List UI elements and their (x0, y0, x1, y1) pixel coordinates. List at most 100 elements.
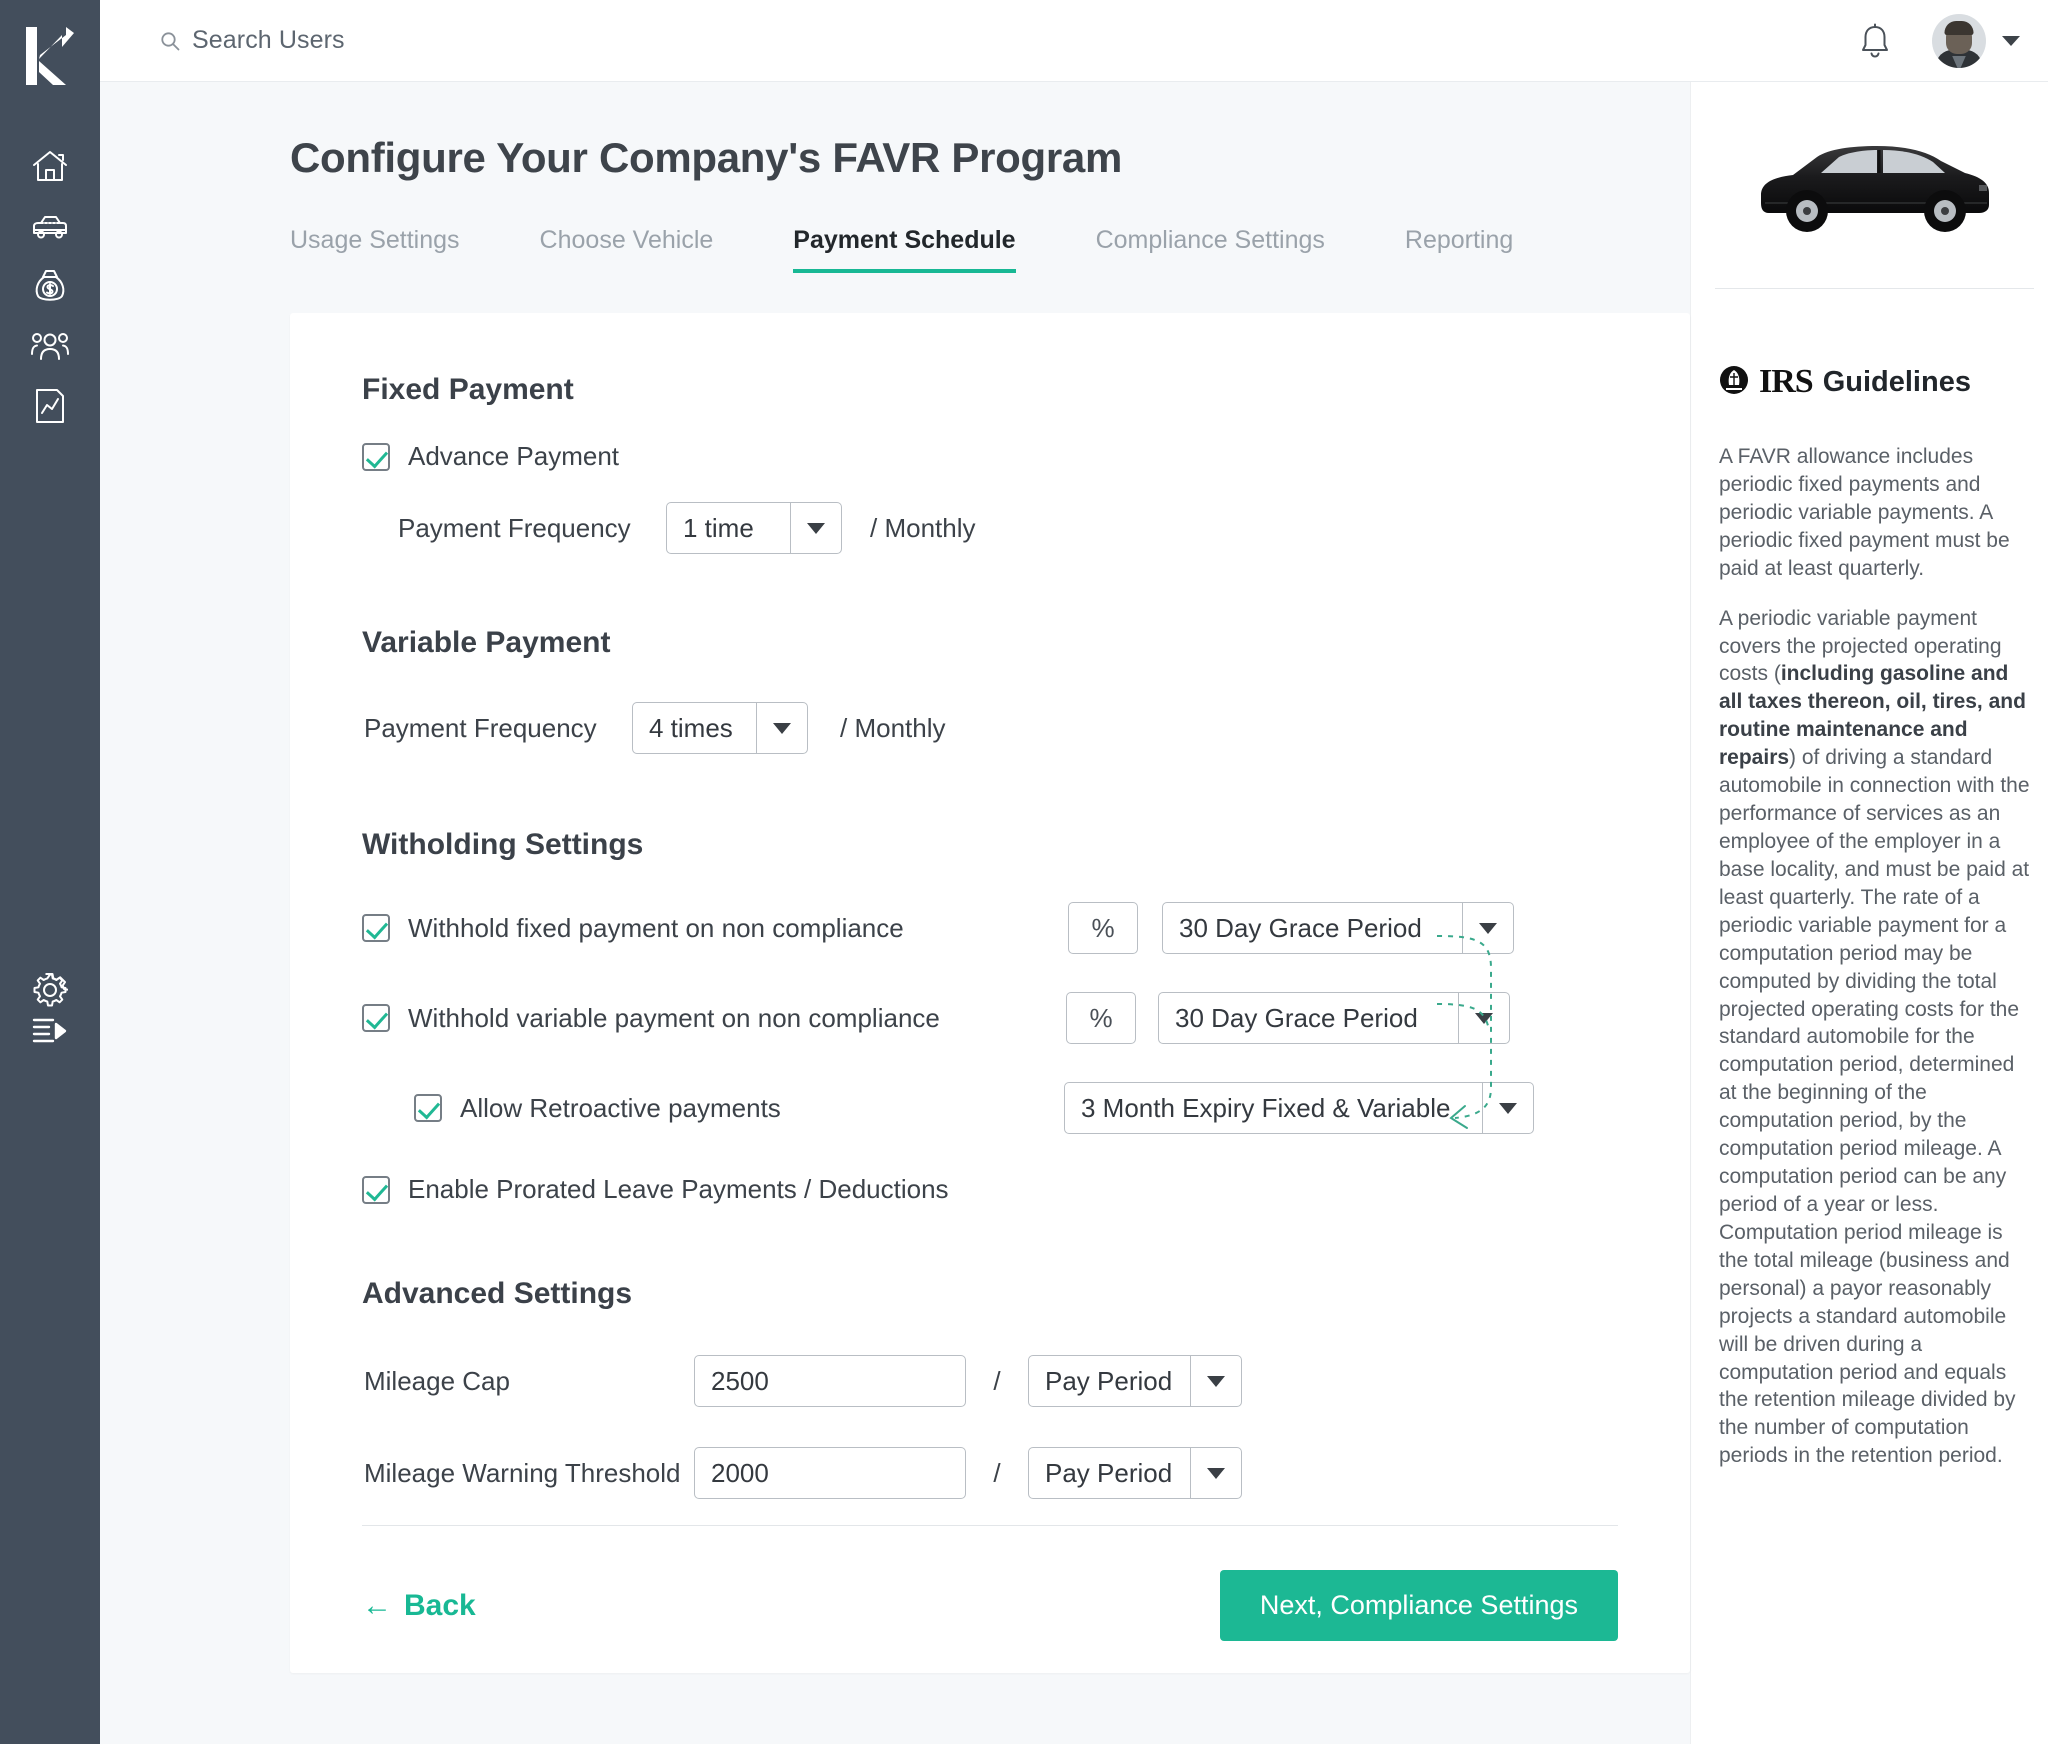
irs-guidelines-header: IRS Guidelines (1719, 363, 2048, 401)
irs-guidelines-body: A FAVR allowance includes periodic fixed… (1719, 443, 2030, 1492)
withhold-fixed-percent-input[interactable]: % (1068, 902, 1138, 954)
sidebar-item-vehicles[interactable] (26, 202, 74, 250)
back-arrow-icon: ← (362, 1588, 392, 1622)
black-sedan-car-image (1760, 146, 1989, 232)
withhold-fixed-label: Withhold fixed payment on non compliance (408, 912, 904, 943)
irs-side-panel: IRS Guidelines A FAVR allowance includes… (1690, 82, 2048, 1744)
chevron-down-icon[interactable] (1463, 922, 1513, 934)
withhold-variable-label: Withhold variable payment on non complia… (408, 1002, 940, 1033)
main-content: Configure Your Company's FAVR Program Us… (100, 82, 1690, 1744)
fixed-frequency-label: Payment Frequency (398, 512, 631, 543)
mileage-cap-period-value: Pay Period (1045, 1365, 1173, 1396)
irs-guidelines-title: Guidelines (1822, 365, 1971, 398)
tab-compliance-settings[interactable]: Compliance Settings (1096, 226, 1325, 273)
sidebar-item-collapse[interactable] (26, 1018, 74, 1732)
irs-seal-icon (1719, 365, 1749, 400)
back-button[interactable]: ← Back (362, 1589, 476, 1623)
retroactive-expiry-select[interactable]: 3 Month Expiry Fixed & Variable (1064, 1082, 1534, 1134)
money-bag-icon (33, 268, 67, 304)
variable-frequency-label: Payment Frequency (364, 712, 597, 743)
mileage-warning-period-value: Pay Period (1045, 1457, 1173, 1488)
withhold-variable-percent-input[interactable]: % (1066, 992, 1136, 1044)
tab-choose-vehicle[interactable]: Choose Vehicle (540, 226, 714, 273)
footer-divider (362, 1525, 1618, 1526)
gear-icon (32, 972, 68, 1008)
fixed-frequency-value: 1 time (683, 512, 754, 543)
back-button-label: Back (404, 1588, 476, 1622)
prorated-label: Enable Prorated Leave Payments / Deducti… (408, 1174, 949, 1204)
chevron-down-icon[interactable] (1191, 1375, 1241, 1387)
fixed-frequency-suffix: / Monthly (870, 512, 976, 543)
variable-frequency-select[interactable]: 4 times (632, 702, 808, 754)
withhold-fixed-checkbox[interactable] (362, 914, 390, 942)
mileage-cap-input[interactable]: 2500 (694, 1355, 966, 1407)
tab-bar: Usage Settings Choose Vehicle Payment Sc… (290, 226, 1690, 273)
withhold-fixed-row: Withhold fixed payment on non compliance… (362, 902, 1630, 954)
tab-usage-settings[interactable]: Usage Settings (290, 226, 460, 273)
people-icon (31, 330, 69, 362)
mileage-warning-slash: / (993, 1457, 1001, 1488)
user-avatar[interactable] (1932, 13, 1986, 68)
variable-frequency-value: 4 times (649, 712, 733, 743)
retroactive-expiry-value: 3 Month Expiry Fixed & Variable (1081, 1092, 1451, 1123)
prorated-row: Enable Prorated Leave Payments / Deducti… (362, 1174, 1630, 1205)
prorated-checkbox[interactable] (362, 1175, 390, 1204)
search-area (160, 26, 612, 55)
sidebar-item-payments[interactable] (26, 262, 74, 310)
sidebar-item-users[interactable] (26, 322, 74, 370)
variable-frequency-row: Payment Frequency 4 times / Monthly (364, 702, 1630, 754)
sidebar-item-home[interactable] (26, 142, 74, 190)
page-title: Configure Your Company's FAVR Program (290, 134, 1122, 181)
chevron-down-icon[interactable] (1191, 1467, 1241, 1479)
retroactive-label: Allow Retroactive payments (460, 1092, 781, 1123)
vehicle-preview (1691, 82, 2048, 288)
chevron-down-icon[interactable] (2002, 35, 2020, 46)
app-root: Configure Your Company's FAVR Program Us… (0, 0, 2048, 1744)
card-footer: ← Back Next, Compliance Settings (362, 1570, 1618, 1641)
collapse-icon (32, 1017, 68, 1047)
fixed-payment-heading: Fixed Payment (362, 373, 574, 406)
advance-payment-row: Advance Payment (362, 441, 1630, 472)
chevron-down-icon[interactable] (1459, 1012, 1509, 1024)
panel-divider (1715, 288, 2034, 289)
mileage-cap-row: Mileage Cap 2500 / Pay Period (364, 1355, 1630, 1407)
body-split: Configure Your Company's FAVR Program Us… (100, 82, 2048, 1744)
sidebar-item-settings[interactable] (26, 966, 74, 1014)
kliq-logo[interactable] (20, 24, 80, 88)
irs-paragraph-2: A periodic variable payment covers the p… (1719, 605, 2030, 1471)
sidebar (0, 0, 100, 1744)
withhold-fixed-grace-value: 30 Day Grace Period (1179, 912, 1422, 943)
withhold-variable-grace-select[interactable]: 30 Day Grace Period (1158, 992, 1510, 1044)
withhold-variable-checkbox[interactable] (362, 1004, 390, 1032)
variable-payment-heading: Variable Payment (362, 626, 611, 659)
withhold-variable-grace-value: 30 Day Grace Period (1175, 1002, 1418, 1033)
home-icon (32, 149, 68, 183)
topbar (100, 0, 2048, 82)
advance-payment-checkbox[interactable] (362, 442, 390, 471)
chevron-down-icon[interactable] (791, 522, 841, 534)
withhold-fixed-grace-select[interactable]: 30 Day Grace Period (1162, 902, 1514, 954)
retroactive-row: Allow Retroactive payments 3 Month Expir… (414, 1082, 1630, 1134)
car-icon (31, 213, 69, 239)
mileage-warning-period-select[interactable]: Pay Period (1028, 1447, 1242, 1499)
chevron-down-icon[interactable] (757, 722, 807, 734)
tab-payment-schedule[interactable]: Payment Schedule (793, 226, 1016, 273)
next-compliance-settings-button[interactable]: Next, Compliance Settings (1219, 1570, 1618, 1641)
tab-reporting[interactable]: Reporting (1405, 226, 1513, 273)
search-input[interactable] (192, 26, 612, 55)
fixed-frequency-select[interactable]: 1 time (666, 502, 842, 554)
report-icon (35, 388, 65, 424)
retroactive-checkbox[interactable] (414, 1094, 442, 1122)
irs-paragraph-1: A FAVR allowance includes periodic fixed… (1719, 445, 2010, 580)
search-icon (160, 31, 180, 51)
chevron-down-icon[interactable] (1483, 1102, 1533, 1114)
mileage-cap-period-select[interactable]: Pay Period (1028, 1355, 1242, 1407)
withhold-variable-row: Withhold variable payment on non complia… (362, 992, 1630, 1044)
mileage-warning-row: Mileage Warning Threshold 2000 / Pay Per… (364, 1447, 1630, 1499)
mileage-warning-input[interactable]: 2000 (694, 1447, 966, 1499)
right-region: Configure Your Company's FAVR Program Us… (100, 0, 2048, 1744)
advance-payment-label: Advance Payment (408, 441, 620, 471)
sidebar-item-reports[interactable] (26, 382, 74, 430)
account-menu[interactable] (1932, 13, 2020, 68)
notification-bell-icon[interactable] (1858, 23, 1892, 59)
